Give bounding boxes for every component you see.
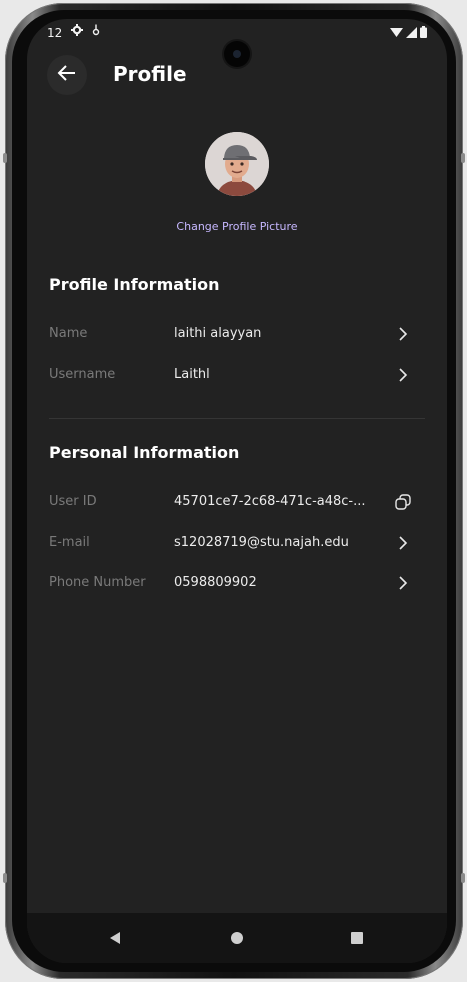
row-value: 0598809902 <box>174 575 257 590</box>
personal-row-email[interactable]: E-mail s12028719@stu.najah.edu <box>27 525 447 561</box>
chevron-right-icon[interactable] <box>393 573 413 593</box>
chevron-right-icon[interactable] <box>393 365 413 385</box>
profile-row-username[interactable]: Username Laithl <box>27 357 447 393</box>
section-divider <box>49 418 425 419</box>
frame-detail <box>3 153 7 163</box>
page-title: Profile <box>113 62 187 86</box>
profile-information-heading: Profile Information <box>49 275 220 294</box>
frame-detail <box>461 153 465 163</box>
nav-home-circle-icon[interactable] <box>227 928 247 948</box>
avatar-illustration-icon <box>205 132 269 196</box>
system-nav-bar <box>27 913 447 963</box>
frame-detail <box>461 873 465 883</box>
row-label: Name <box>49 326 88 341</box>
cellular-icon <box>406 26 417 41</box>
row-label: E-mail <box>49 535 90 550</box>
app-bar: Profile <box>27 55 447 95</box>
settings-gear-icon <box>71 24 83 39</box>
usb-debug-icon <box>91 24 101 39</box>
row-value: Laithl <box>174 367 210 382</box>
personal-row-phone[interactable]: Phone Number 0598809902 <box>27 565 447 601</box>
chevron-right-icon[interactable] <box>393 533 413 553</box>
row-value: s12028719@stu.najah.edu <box>174 535 349 550</box>
row-label: User ID <box>49 494 97 509</box>
profile-row-name[interactable]: Name laithi alayyan <box>27 316 447 352</box>
nav-back-triangle-icon[interactable] <box>105 928 125 948</box>
frame-detail <box>3 873 7 883</box>
status-time: 12 <box>47 26 63 40</box>
row-label: Username <box>49 367 116 382</box>
change-profile-picture-link[interactable]: Change Profile Picture <box>27 220 447 233</box>
arrow-left-icon <box>57 63 77 87</box>
row-value: 45701ce7-2c68-471c-a48c-... <box>174 494 366 509</box>
avatar[interactable] <box>205 132 269 196</box>
row-value: laithi alayyan <box>174 326 262 341</box>
personal-row-user-id[interactable]: User ID 45701ce7-2c68-471c-a48c-... <box>27 484 447 520</box>
screen: 12 Profile Change Profile Picture Profil… <box>27 19 447 963</box>
personal-information-heading: Personal Information <box>49 443 240 462</box>
chevron-right-icon[interactable] <box>393 324 413 344</box>
battery-icon <box>420 26 427 41</box>
row-label: Phone Number <box>49 575 146 590</box>
back-button[interactable] <box>47 55 87 95</box>
nav-recents-square-icon[interactable] <box>347 928 367 948</box>
copy-icon[interactable] <box>393 492 413 512</box>
wifi-icon <box>390 27 403 41</box>
